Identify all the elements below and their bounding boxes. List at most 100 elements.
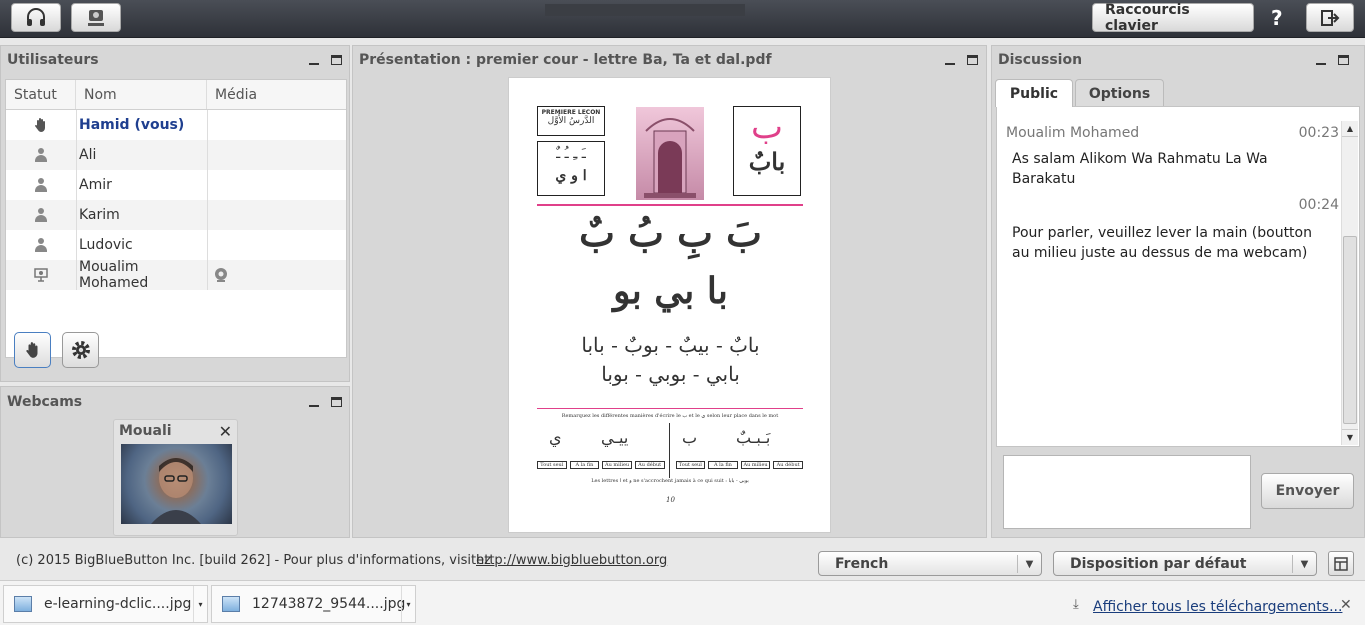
maximize-icon[interactable] [1338, 55, 1349, 65]
download-filename: 12743872_9544....jpg [252, 596, 406, 612]
message-header: Moualim Mohamed 00:23 [999, 121, 1339, 143]
letter-box: ب بابٌ [733, 106, 801, 196]
maximize-icon[interactable] [331, 397, 342, 407]
tab-public[interactable]: Public [995, 79, 1073, 107]
webcam-video-frame [151, 458, 201, 524]
apply-layout-button[interactable] [1328, 551, 1354, 576]
headset-button[interactable] [11, 3, 61, 32]
message-time: 00:24 [1298, 197, 1339, 213]
show-all-downloads-link[interactable]: Afficher tous les téléchargements... [1093, 599, 1342, 615]
table-row[interactable]: Karim [6, 200, 346, 230]
users-panel: Utilisateurs Statut Nom Média Hamid (vou… [0, 45, 350, 382]
message-sender: Moualim Mohamed [1006, 125, 1140, 141]
downloads-bar: e-learning-dclic....jpg ▾ 12743872_9544.… [0, 580, 1365, 625]
webcam-video [121, 444, 232, 524]
user-icon [34, 148, 48, 162]
chevron-down-icon[interactable]: ▾ [193, 586, 207, 622]
top-toolbar: Raccourcis clavier ? [0, 0, 1365, 38]
user-icon [34, 178, 48, 192]
table-row[interactable]: Ali [6, 140, 346, 170]
minimize-icon[interactable] [945, 55, 955, 65]
tab-options[interactable]: Options [1075, 79, 1164, 107]
lesson-label-ar: الدَّرسُ الأَوَّل [547, 116, 595, 126]
words-row-2: بابي - بوبي - بوبا [601, 362, 740, 386]
send-button[interactable]: Envoyer [1261, 473, 1354, 509]
chat-input[interactable] [1003, 455, 1251, 529]
webcam-share-button[interactable] [71, 3, 121, 32]
footer-note: Les lettres ا et و ne s'accrochent jamai… [591, 478, 749, 484]
shortcuts-button[interactable]: Raccourcis clavier [1092, 2, 1254, 34]
presentation-slide[interactable]: PREMIERE LECON الدَّرسُ الأَوَّل ـَ ـِ ـ… [508, 77, 831, 533]
settings-button[interactable] [62, 332, 99, 368]
chevron-down-icon[interactable]: ▾ [401, 586, 415, 622]
maximize-icon[interactable] [967, 55, 978, 65]
raise-hand-button[interactable] [14, 332, 51, 368]
words-row: بابٌ - بيبٌ - بوبٌ - بابا [581, 333, 760, 357]
vowels-line: ـَ ـِ ـُ ـٌ [556, 146, 586, 162]
table-row[interactable]: Hamid (vous) [6, 110, 346, 140]
divider [669, 423, 670, 478]
webcams-panel-title: Webcams [7, 394, 83, 410]
user-name: Hamid (vous) [76, 110, 207, 140]
presentation-title: Présentation : premier cour - lettre Ba,… [359, 52, 772, 68]
divider [537, 204, 803, 206]
logout-button[interactable] [1306, 3, 1354, 32]
raised-hand-icon [25, 342, 37, 358]
webcam-icon [88, 9, 104, 26]
close-icon[interactable]: ✕ [1340, 597, 1352, 613]
users-panel-title: Utilisateurs [7, 52, 99, 68]
divider [537, 408, 803, 409]
user-name: Karim [76, 200, 207, 230]
raised-hand-icon [35, 118, 45, 132]
webcam-icon[interactable] [213, 267, 229, 283]
maximize-icon[interactable] [331, 55, 342, 65]
download-filename: e-learning-dclic....jpg [44, 596, 192, 612]
webcam-user-name: Mouali [119, 423, 172, 439]
layout-select[interactable]: Disposition par défaut ▼ [1053, 551, 1317, 576]
table-row[interactable]: Ludovic [6, 230, 346, 260]
chat-scrollbar[interactable]: ▲ ▼ [1341, 121, 1358, 445]
note-text: Remarquez les différentes manières d'écr… [561, 413, 779, 419]
vowels-box: ـَ ـِ ـُ ـٌ ا و ي [537, 141, 605, 196]
message-header: 00:24 [999, 189, 1339, 217]
column-name[interactable]: Nom [76, 80, 207, 109]
syllables-row: با بي بو [613, 270, 728, 312]
layout-value: Disposition par défaut [1070, 555, 1247, 572]
download-item[interactable]: e-learning-dclic....jpg ▾ [3, 585, 208, 623]
minimize-icon[interactable] [1316, 55, 1326, 65]
column-status[interactable]: Statut [6, 80, 76, 109]
message-text: As salam Alikom Wa Rahmatu La Wa Barakat… [1012, 151, 1268, 187]
page-number: 10 [666, 496, 675, 504]
download-item[interactable]: 12743872_9544....jpg ▾ [211, 585, 416, 623]
message-list: Moualim Mohamed 00:23 As salam Alikom Wa… [999, 121, 1339, 263]
column-media[interactable]: Média [207, 80, 346, 109]
webcam-window[interactable]: Mouali ✕ [113, 419, 238, 536]
scroll-thumb[interactable] [1343, 236, 1357, 424]
image-file-icon [14, 596, 32, 612]
download-icon: ⤓ [1073, 597, 1079, 612]
form-labels: Tout seul A la fin Au milieu Au début To… [537, 461, 803, 469]
table-row[interactable]: Amir [6, 170, 346, 200]
users-table: Statut Nom Média Hamid (vous) Ali Amir K… [5, 79, 347, 358]
user-name: Amir [76, 170, 207, 200]
big-letter: ب [750, 107, 783, 147]
message-time: 00:23 [1298, 125, 1339, 141]
minimize-icon[interactable] [309, 55, 319, 65]
language-value: French [835, 555, 889, 572]
headset-icon [27, 7, 45, 26]
minimize-icon[interactable] [309, 397, 319, 407]
form-letters: ييـي [601, 428, 629, 447]
chevron-down-icon: ▼ [1292, 555, 1316, 573]
help-button[interactable]: ? [1271, 6, 1283, 30]
big-word: بابٌ [748, 147, 786, 176]
scroll-down-icon[interactable]: ▼ [1342, 429, 1358, 445]
close-icon[interactable]: ✕ [219, 422, 232, 441]
logout-icon [1321, 9, 1340, 26]
bbb-link[interactable]: http://www.bigbluebutton.org [476, 553, 667, 568]
language-select[interactable]: French ▼ [818, 551, 1042, 576]
user-name: Moualim Mohamed [76, 259, 207, 291]
copyright-text: (c) 2015 BigBlueButton Inc. [build 262] … [16, 553, 491, 568]
scroll-up-icon[interactable]: ▲ [1342, 121, 1358, 137]
table-row[interactable]: Moualim Mohamed [6, 259, 346, 291]
gear-icon [71, 341, 90, 359]
